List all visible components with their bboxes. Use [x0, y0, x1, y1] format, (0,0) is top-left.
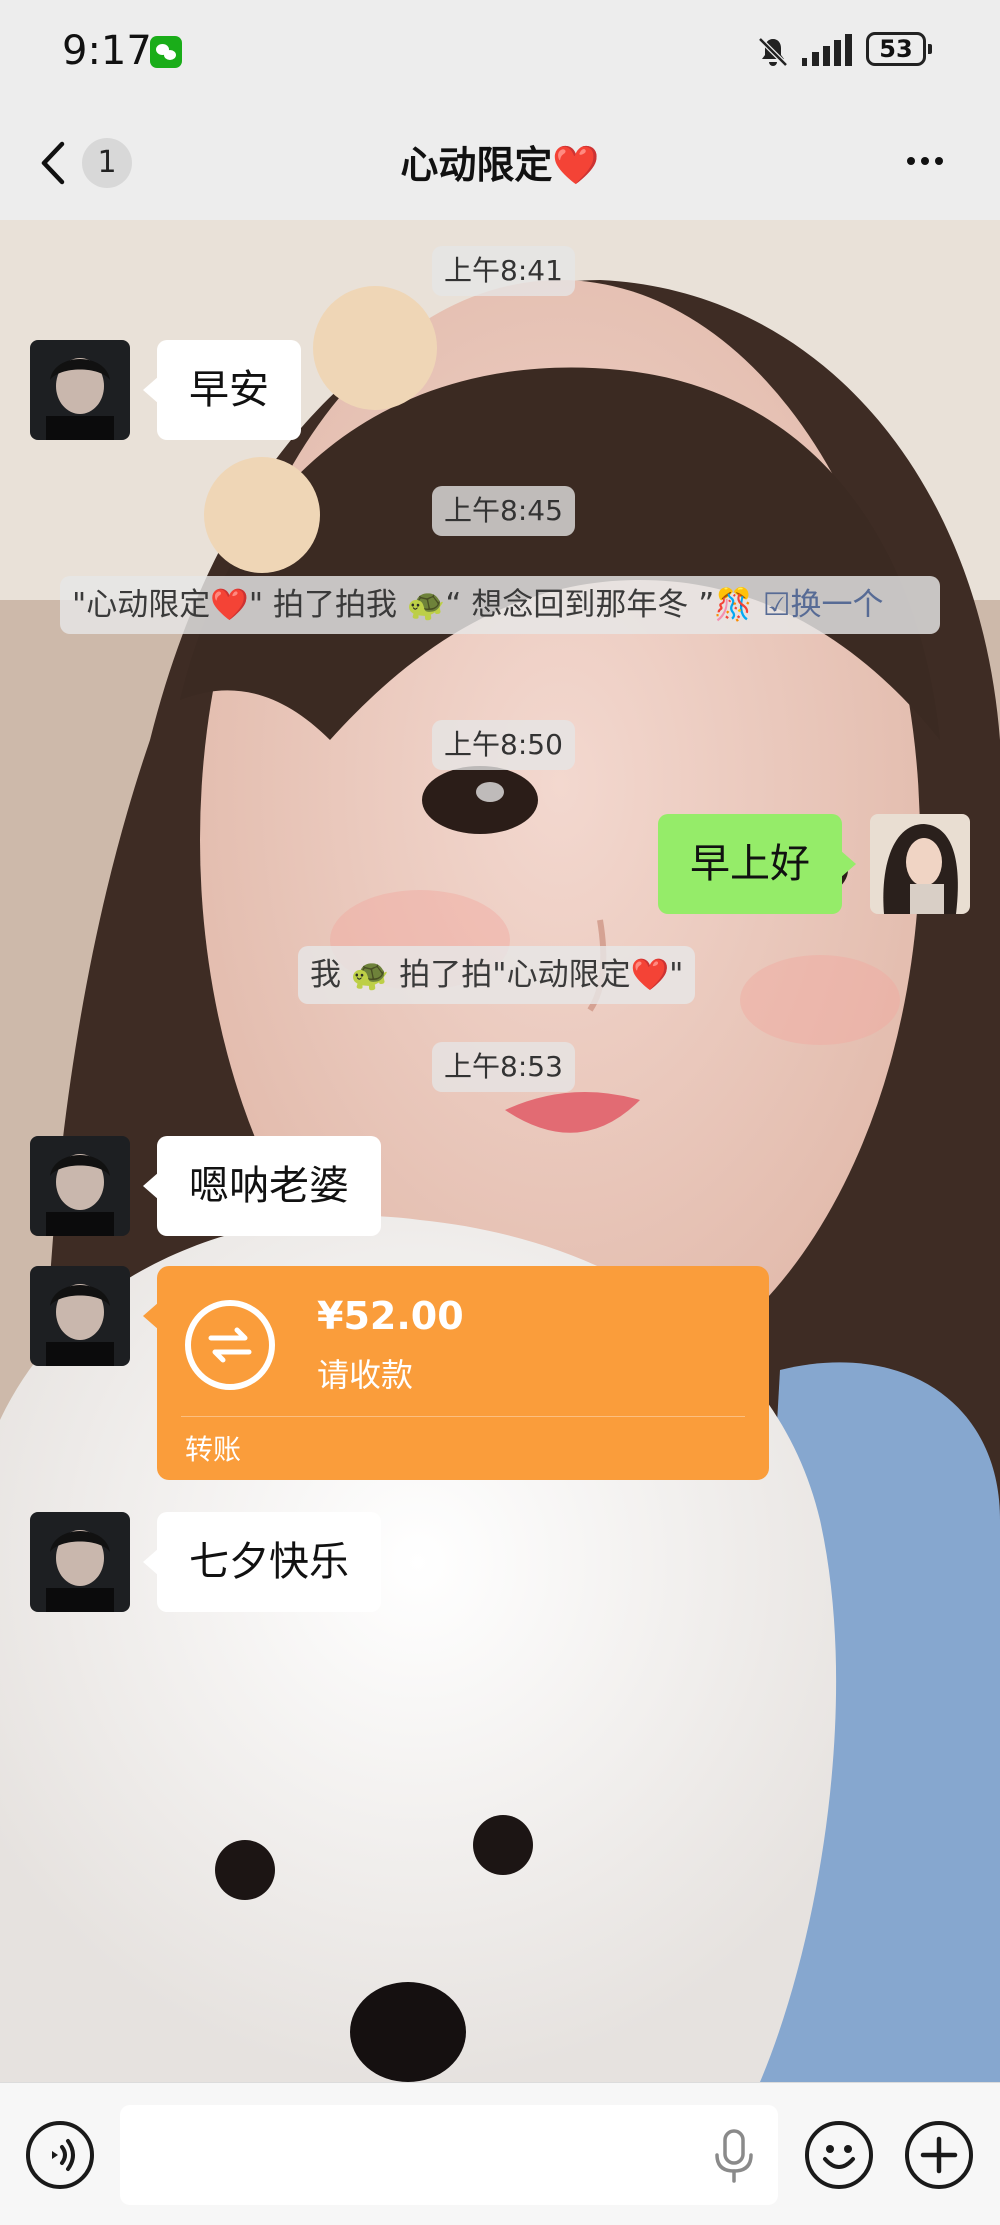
voice-mode-button[interactable] — [26, 2121, 94, 2189]
chat-area[interactable]: 上午8:41 早安 上午8:45 "心动限定❤️" 拍了拍我 🐢“ 想念回到那年… — [0, 220, 1000, 2082]
timestamp: 上午8:50 — [432, 720, 575, 770]
avatar[interactable] — [30, 1266, 130, 1366]
emoji-icon — [823, 2145, 855, 2169]
bell-off-icon — [758, 37, 788, 67]
voice-mode-icon — [52, 2139, 75, 2171]
transfer-arrows-icon — [185, 1300, 275, 1390]
pat-notice: 我 🐢 拍了拍"心动限定❤️" — [298, 946, 696, 1004]
signal-icon — [802, 34, 852, 66]
message-bubble[interactable]: 七夕快乐 — [143, 1512, 381, 1612]
emoji-button[interactable] — [805, 2121, 873, 2189]
status-bar: 9:17 53 — [0, 0, 1000, 104]
avatar[interactable] — [30, 340, 130, 440]
chat-title: 心动限定❤️ — [400, 143, 600, 187]
transfer-amount: ¥52.00 — [317, 1294, 464, 1338]
change-pat-link[interactable]: ☑换一个 — [763, 587, 884, 623]
status-time: 9:17 — [62, 28, 152, 74]
more-button[interactable] — [895, 142, 955, 182]
wechat-icon — [150, 36, 182, 68]
battery-indicator: 53 — [866, 32, 932, 66]
plus-button[interactable] — [905, 2121, 973, 2189]
message-bubble[interactable]: 早上好 — [658, 814, 856, 914]
timestamp: 上午8:45 — [432, 486, 575, 536]
timestamp: 上午8:53 — [432, 1042, 575, 1092]
divider — [181, 1416, 745, 1417]
transfer-card[interactable]: ¥52.00 请收款 转账 — [143, 1266, 769, 1480]
pat-notice: "心动限定❤️" 拍了拍我 🐢“ 想念回到那年冬 ”🎊 ☑换一个 — [60, 576, 940, 634]
input-bar — [0, 2082, 1000, 2225]
avatar[interactable] — [30, 1136, 130, 1236]
timestamp: 上午8:41 — [432, 246, 575, 296]
plus-icon — [920, 2136, 958, 2174]
message-input[interactable] — [120, 2105, 778, 2205]
microphone-icon[interactable] — [712, 2129, 756, 2183]
message-bubble[interactable]: 早安 — [143, 340, 301, 440]
pat-notice-text: "心动限定❤️" 拍了拍我 🐢“ 想念回到那年冬 ”🎊 — [72, 587, 763, 623]
message-bubble[interactable]: 嗯呐老婆 — [143, 1136, 381, 1236]
transfer-status: 请收款 — [317, 1356, 414, 1394]
transfer-label: 转账 — [185, 1433, 242, 1466]
avatar[interactable] — [870, 814, 970, 914]
chat-header: 1 心动限定❤️ — [0, 104, 1000, 220]
more-dots-icon — [907, 157, 915, 165]
avatar[interactable] — [30, 1512, 130, 1612]
